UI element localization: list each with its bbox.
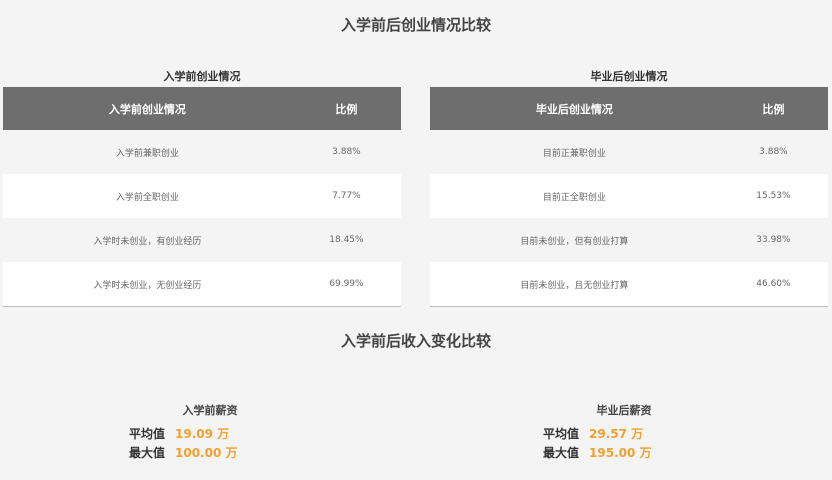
salary-before-block: 入学前薪资 平均值 19.09 万 最大值 100.00 万 (110, 402, 310, 462)
row-label: 目前未创业，且无创业打算 (520, 280, 629, 291)
salary-after-title: 毕业后薪资 (596, 404, 652, 417)
avg-label: 平均值 (542, 427, 579, 441)
row-value: 69.99% (329, 279, 364, 289)
column-header-ratio: 比例 (335, 102, 358, 116)
after-table-caption: 毕业后创业情况 (590, 70, 668, 83)
table-header-row: 毕业后创业情况 比例 (430, 87, 828, 130)
table-row: 入学时未创业，无创业经历 69.99% (3, 262, 401, 307)
salary-max-row: 最大值 100.00 万 (110, 443, 310, 462)
row-label: 目前正全职创业 (542, 192, 606, 203)
before-entrepreneurship-panel: 入学前创业情况 入学前创业情况 比例 入学前兼职创业 3.88% 入学前全职创业… (3, 67, 401, 307)
avg-value: 29.57 万 (589, 427, 644, 441)
income-section-title: 入学前后收入变化比较 (340, 332, 491, 350)
salary-before-title: 入学前薪资 (182, 404, 238, 417)
table-row: 目前正全职创业 15.53% (430, 174, 828, 218)
row-value: 46.60% (756, 279, 791, 289)
row-value: 7.77% (332, 191, 361, 201)
column-header-situation: 毕业后创业情况 (535, 102, 613, 116)
row-label: 目前未创业，但有创业打算 (520, 236, 629, 247)
row-value: 3.88% (759, 147, 788, 157)
salary-after-block: 毕业后薪资 平均值 29.57 万 最大值 195.00 万 (524, 402, 724, 462)
table-row: 目前正兼职创业 3.88% (430, 130, 828, 174)
before-entrepreneurship-table: 入学前创业情况 比例 入学前兼职创业 3.88% 入学前全职创业 7.77% 入… (3, 87, 401, 307)
table-row: 目前未创业，且无创业打算 46.60% (430, 262, 828, 307)
row-value: 3.88% (332, 147, 361, 157)
salary-max-row: 最大值 195.00 万 (524, 443, 724, 462)
table-header-row: 入学前创业情况 比例 (3, 87, 401, 130)
table-row: 入学前兼职创业 3.88% (3, 130, 401, 174)
table-row: 入学前全职创业 7.77% (3, 174, 401, 218)
max-label: 最大值 (542, 446, 579, 460)
avg-value: 19.09 万 (175, 427, 230, 441)
max-label: 最大值 (128, 446, 165, 460)
row-value: 33.98% (756, 235, 791, 245)
column-header-situation: 入学前创业情况 (108, 102, 186, 116)
salary-avg-row: 平均值 29.57 万 (524, 424, 724, 443)
row-label: 入学时未创业，有创业经历 (93, 236, 202, 247)
max-value: 195.00 万 (589, 446, 652, 460)
row-label: 目前正兼职创业 (542, 148, 606, 159)
before-table-caption: 入学前创业情况 (163, 70, 241, 83)
row-value: 15.53% (756, 191, 791, 201)
avg-label: 平均值 (128, 427, 165, 441)
row-label: 入学时未创业，无创业经历 (93, 280, 202, 291)
table-row: 入学时未创业，有创业经历 18.45% (3, 218, 401, 262)
column-header-ratio: 比例 (762, 102, 785, 116)
page-title: 入学前后创业情况比较 (340, 16, 491, 34)
salary-avg-row: 平均值 19.09 万 (110, 424, 310, 443)
after-entrepreneurship-table: 毕业后创业情况 比例 目前正兼职创业 3.88% 目前正全职创业 15.53% … (430, 87, 828, 307)
after-entrepreneurship-panel: 毕业后创业情况 毕业后创业情况 比例 目前正兼职创业 3.88% 目前正全职创业… (430, 67, 828, 307)
row-value: 18.45% (329, 235, 364, 245)
table-row: 目前未创业，但有创业打算 33.98% (430, 218, 828, 262)
row-label: 入学前全职创业 (115, 192, 179, 203)
row-label: 入学前兼职创业 (115, 148, 179, 159)
max-value: 100.00 万 (175, 446, 238, 460)
